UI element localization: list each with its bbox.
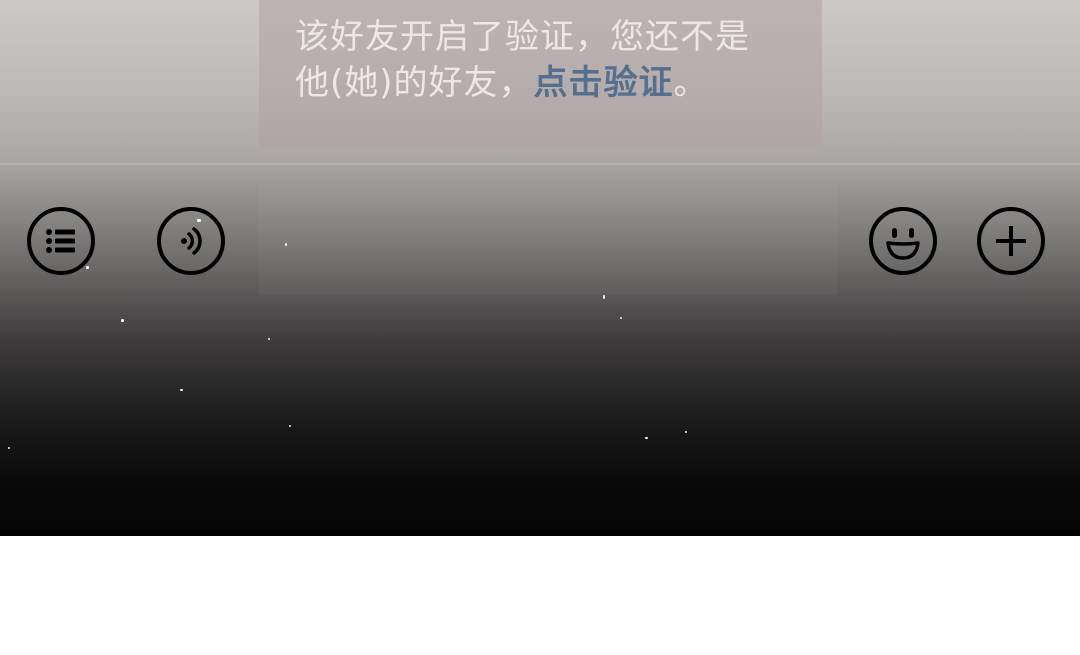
notice-line-2-prefix: 他(她)的好友， (295, 63, 534, 103)
plus-icon (996, 226, 1026, 256)
grain-speck (645, 437, 648, 439)
message-input[interactable] (258, 185, 838, 295)
voice-wave-icon (181, 227, 202, 255)
grain-speck (620, 317, 622, 319)
grain-speck (285, 243, 287, 246)
grain-speck (289, 425, 291, 427)
grain-speck (180, 389, 183, 391)
grain-speck (8, 447, 10, 449)
grain-speck (268, 338, 270, 340)
notice-line-1: 该好友开启了验证，您还不是 (295, 17, 750, 57)
voice-button[interactable] (157, 207, 225, 275)
more-button[interactable] (977, 207, 1045, 275)
grain-speck (603, 295, 605, 299)
emoji-button[interactable] (869, 207, 937, 275)
grain-speck (86, 266, 89, 269)
menu-button[interactable] (27, 207, 95, 275)
grain-speck (121, 319, 124, 322)
notice-line-2-suffix: 。 (673, 63, 709, 103)
grain-speck (197, 219, 201, 222)
toolbar-divider (0, 163, 1080, 165)
chat-screen: 该好友开启了验证，您还不是 他(她)的好友，点击验证。 (0, 0, 1080, 536)
screen-bottom-edge (0, 530, 1080, 536)
notice-line-2: 他(她)的好友，点击验证。 (295, 60, 822, 106)
menu-list-icon (46, 229, 75, 253)
emoji-smile-icon (886, 228, 920, 260)
verification-notice: 该好友开启了验证，您还不是 他(她)的好友，点击验证。 (259, 0, 822, 147)
grain-speck (685, 431, 687, 433)
verify-link[interactable]: 点击验证 (534, 63, 674, 103)
